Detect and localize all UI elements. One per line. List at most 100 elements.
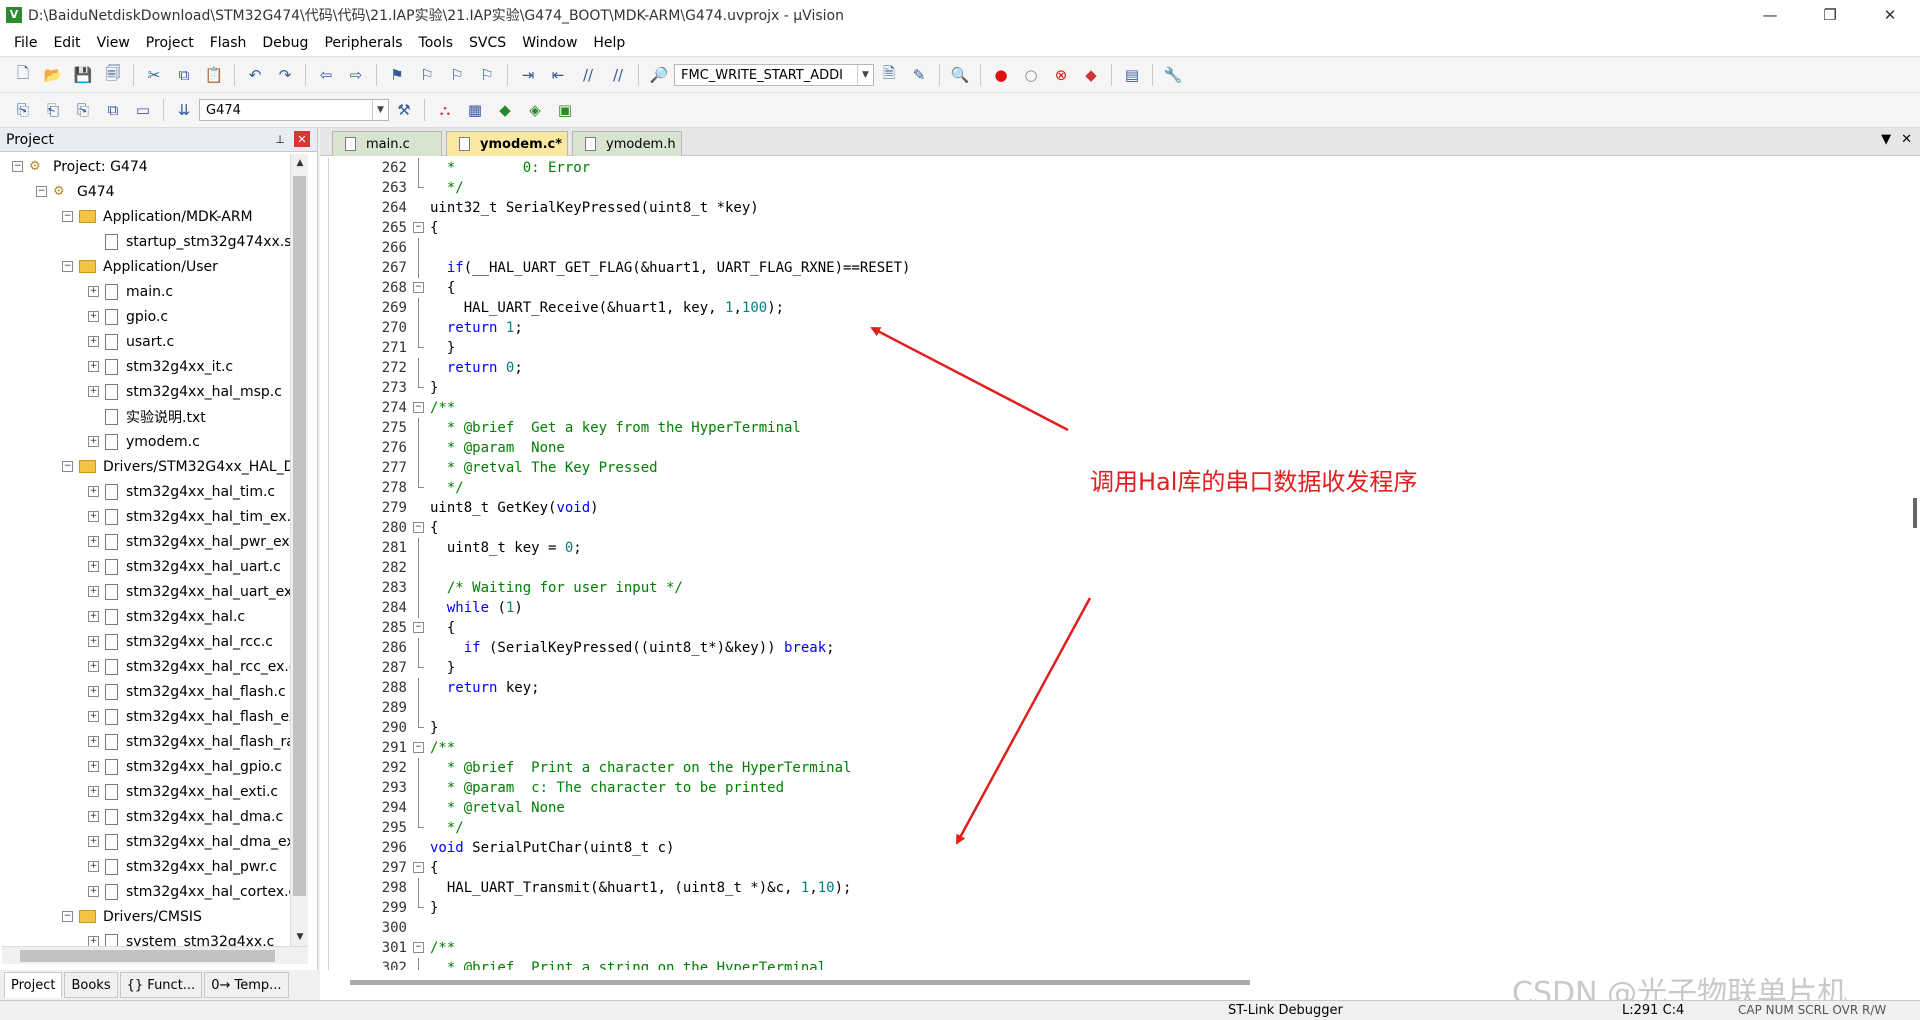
collapse-icon[interactable]: − <box>62 461 73 472</box>
fold-gutter[interactable]: − <box>413 218 425 238</box>
collapse-icon[interactable]: − <box>12 161 23 172</box>
cut-icon[interactable]: ✂ <box>143 64 165 86</box>
fold-gutter[interactable]: − <box>413 938 425 958</box>
expand-icon[interactable]: + <box>88 886 99 897</box>
build-icon[interactable]: ⎗ <box>42 99 64 121</box>
translate-icon[interactable]: ⎘ <box>12 99 34 121</box>
scroll-thumb[interactable] <box>1913 498 1917 528</box>
tree-item-file[interactable]: + stm32g4xx_hal_flash_ex <box>88 704 290 729</box>
expand-icon[interactable]: + <box>88 311 99 322</box>
menu-debug[interactable]: Debug <box>254 29 316 57</box>
tree-item-group[interactable]: − Drivers/CMSIS <box>62 904 202 929</box>
tree-item-file[interactable]: + stm32g4xx_hal_dma.c <box>88 804 283 829</box>
event-recorder-icon[interactable]: ▣ <box>554 99 576 121</box>
kill-breakpoints-icon[interactable]: ⊗ <box>1050 64 1072 86</box>
tab-templates[interactable]: 0→ Temp... <box>204 972 289 998</box>
open-file-icon[interactable]: 📂 <box>42 64 64 86</box>
expand-icon[interactable]: + <box>88 486 99 497</box>
tree-item-file[interactable]: + stm32g4xx_hal_msp.c <box>88 379 282 404</box>
comment-icon[interactable]: // <box>577 64 599 86</box>
tree-horizontal-scrollbar[interactable] <box>2 946 308 964</box>
indent-icon[interactable]: ⇥ <box>517 64 539 86</box>
disable-breakpoint-icon[interactable]: ○ <box>1020 64 1042 86</box>
collapse-icon[interactable]: − <box>62 911 73 922</box>
tree-item-group[interactable]: − Application/User <box>62 254 218 279</box>
expand-icon[interactable]: + <box>88 661 99 672</box>
new-file-icon[interactable]: 🗋 <box>12 64 34 86</box>
copy-icon[interactable]: ⧉ <box>173 64 195 86</box>
expand-icon[interactable]: + <box>88 811 99 822</box>
next-bookmark-icon[interactable]: ⚐ <box>446 64 468 86</box>
editor-tab[interactable]: ymodem.c* <box>446 131 568 156</box>
tree-item-project[interactable]: − ⚙ G474 <box>36 179 115 204</box>
collapse-icon[interactable]: − <box>36 186 47 197</box>
rebuild-icon[interactable]: ⎘ <box>72 99 94 121</box>
tree-item-group[interactable]: − Application/MDK-ARM <box>62 204 253 229</box>
expand-icon[interactable]: + <box>88 636 99 647</box>
code-area[interactable]: 262 * 0: Error 263 */264 uint32_t SerialKe… <box>328 158 1910 970</box>
uncomment-icon[interactable]: // <box>607 64 629 86</box>
tree-item-file[interactable]: 实验说明.txt <box>88 404 206 429</box>
expand-icon[interactable]: + <box>88 536 99 547</box>
menu-flash[interactable]: Flash <box>202 29 255 57</box>
undo-icon[interactable]: ↶ <box>244 64 266 86</box>
bookmark-icon[interactable]: ⚑ <box>386 64 408 86</box>
menu-tools[interactable]: Tools <box>411 29 462 57</box>
collapse-icon[interactable]: − <box>413 742 424 753</box>
collapse-icon[interactable]: − <box>413 402 424 413</box>
tree-vertical-scrollbar[interactable]: ▲ ▼ <box>290 154 308 946</box>
find-icon[interactable]: 🗎 <box>878 64 900 86</box>
tree-item-file[interactable]: + stm32g4xx_hal_uart.c <box>88 554 281 579</box>
menu-edit[interactable]: Edit <box>45 29 88 57</box>
menu-window[interactable]: Window <box>514 29 585 57</box>
manage-rte-icon[interactable]: ◆ <box>494 99 516 121</box>
collapse-icon[interactable]: − <box>62 211 73 222</box>
stop-build-icon[interactable]: ▭ <box>132 99 154 121</box>
pin-icon[interactable]: ⊥ <box>272 131 288 147</box>
tab-functions[interactable]: {} Funct... <box>119 972 203 998</box>
minimize-button[interactable]: — <box>1740 0 1800 29</box>
configure-icon[interactable]: 🔧 <box>1162 64 1184 86</box>
debug-session-icon[interactable]: 🔍 <box>949 64 971 86</box>
tree-item-file[interactable]: + stm32g4xx_hal_cortex.c <box>88 879 290 904</box>
tree-item-file[interactable]: + stm32g4xx_hal_gpio.c <box>88 754 282 779</box>
tree-item-file[interactable]: + stm32g4xx_it.c <box>88 354 233 379</box>
menu-svcs[interactable]: SVCS <box>461 29 514 57</box>
expand-icon[interactable]: + <box>88 611 99 622</box>
expand-icon[interactable]: + <box>88 436 99 447</box>
expand-icon[interactable]: + <box>88 286 99 297</box>
fold-gutter[interactable]: − <box>413 518 425 538</box>
tree-item-file[interactable]: + system_stm32g4xx.c <box>88 929 274 946</box>
expand-icon[interactable]: + <box>88 936 99 946</box>
redo-icon[interactable]: ↷ <box>274 64 296 86</box>
chevron-down-icon[interactable]: ▼ <box>372 100 388 120</box>
fold-gutter[interactable]: − <box>413 858 425 878</box>
save-icon[interactable]: 💾 <box>72 64 94 86</box>
tree-item-file[interactable]: + stm32g4xx_hal_pwr_ex.c <box>88 529 290 554</box>
restore-button[interactable]: ❐ <box>1800 0 1860 29</box>
tree-item-file[interactable]: + usart.c <box>88 329 174 354</box>
window-layout-icon[interactable]: ▤ <box>1121 64 1143 86</box>
expand-icon[interactable]: + <box>88 736 99 747</box>
disable-all-breakpoints-icon[interactable]: ◆ <box>1080 64 1102 86</box>
expand-icon[interactable]: + <box>88 561 99 572</box>
tree-item-file[interactable]: + stm32g4xx_hal_rcc_ex.c <box>88 654 290 679</box>
expand-icon[interactable]: + <box>88 711 99 722</box>
scroll-thumb[interactable] <box>20 950 275 962</box>
find-in-files-icon[interactable]: 🔎 <box>648 64 670 86</box>
collapse-icon[interactable]: − <box>413 282 424 293</box>
expand-icon[interactable]: + <box>88 861 99 872</box>
tree-item-file[interactable]: + stm32g4xx_hal_exti.c <box>88 779 278 804</box>
tree-item-file[interactable]: + stm32g4xx_hal_dma_ex <box>88 829 290 854</box>
navigate-back-icon[interactable]: ⇦ <box>315 64 337 86</box>
collapse-icon[interactable]: − <box>413 942 424 953</box>
tree-item-file[interactable]: + gpio.c <box>88 304 168 329</box>
find-combo[interactable]: FMC_WRITE_START_ADDI ▼ <box>674 64 874 86</box>
breakpoint-icon[interactable]: ● <box>990 64 1012 86</box>
pack-installer-icon[interactable]: ◈ <box>524 99 546 121</box>
editor-tab[interactable]: ymodem.h <box>572 131 682 156</box>
collapse-icon[interactable]: − <box>413 222 424 233</box>
select-packs-icon[interactable]: ▦ <box>464 99 486 121</box>
tree-item-group[interactable]: − Drivers/STM32G4xx_HAL_Dr <box>62 454 290 479</box>
expand-icon[interactable]: + <box>88 586 99 597</box>
